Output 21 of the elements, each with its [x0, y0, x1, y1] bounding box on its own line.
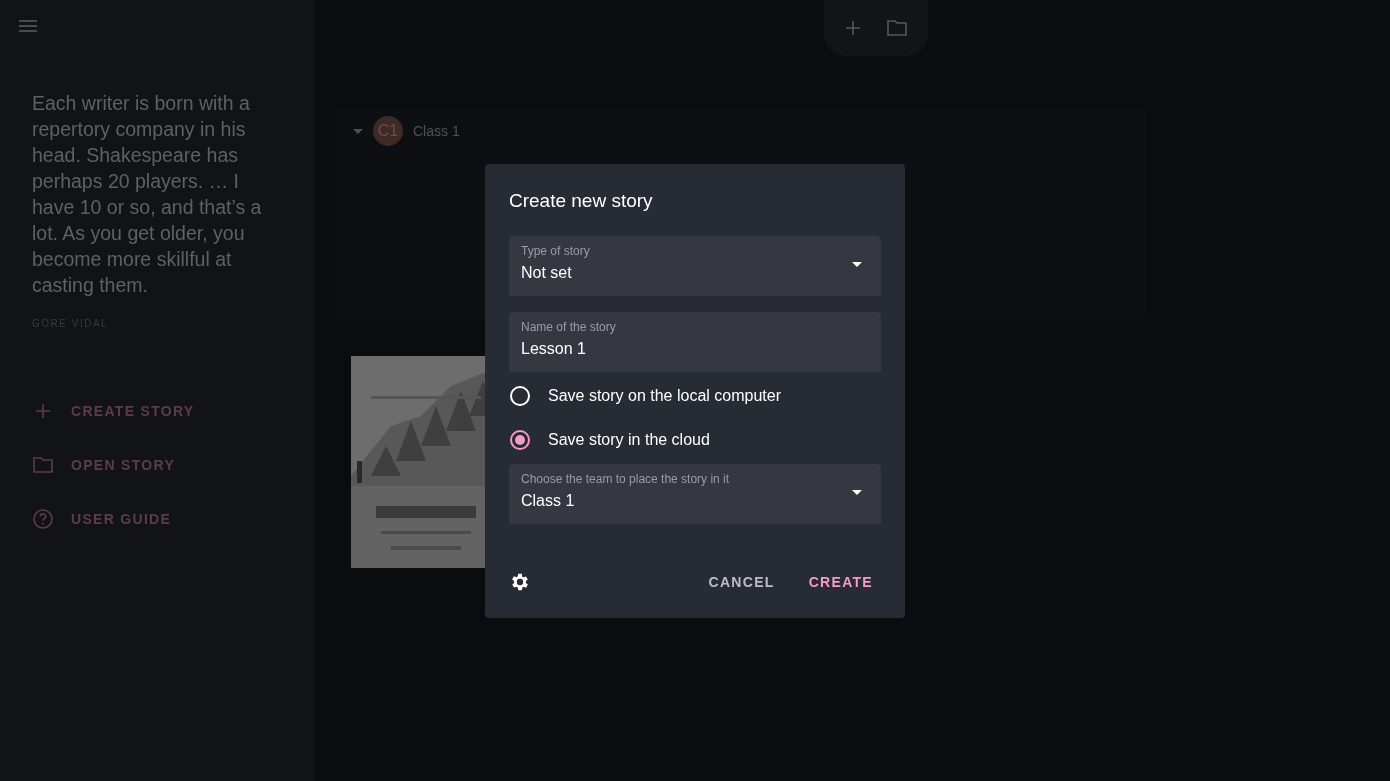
dropdown-icon	[852, 262, 862, 267]
select-field[interactable]: Choose the team to place the story in it Class 1	[509, 464, 881, 524]
radio-label[interactable]: Save story on the local computer	[548, 387, 781, 405]
select-field[interactable]: Type of story Not set	[509, 236, 881, 296]
cancel-button[interactable]: CANCEL	[700, 566, 783, 598]
input-field[interactable]: Name of the story Lesson 1	[509, 312, 881, 372]
create-button[interactable]: CREATE	[800, 566, 881, 598]
menu-icon[interactable]	[19, 20, 37, 32]
folder-icon	[33, 457, 53, 473]
radio-button[interactable]	[510, 430, 530, 450]
team-name: Class 1	[413, 123, 460, 139]
dropdown-icon	[852, 490, 862, 495]
plus-icon[interactable]	[845, 21, 860, 35]
quote-text: Each writer is born with a repertory company in his head. Shakespeare has perhaps 20 players. … I have 10 or so, and that’s a lot. As you get older, you become more skillful at casting them.	[32, 91, 263, 298]
radio-label[interactable]: Save story in the cloud	[548, 431, 710, 449]
caret-icon[interactable]	[353, 128, 363, 134]
folder-icon[interactable]	[886, 20, 907, 36]
settings-icon[interactable]	[509, 571, 531, 593]
help-icon	[33, 509, 53, 529]
dialog-title: Create new story	[509, 190, 654, 212]
plus-icon	[33, 404, 53, 418]
